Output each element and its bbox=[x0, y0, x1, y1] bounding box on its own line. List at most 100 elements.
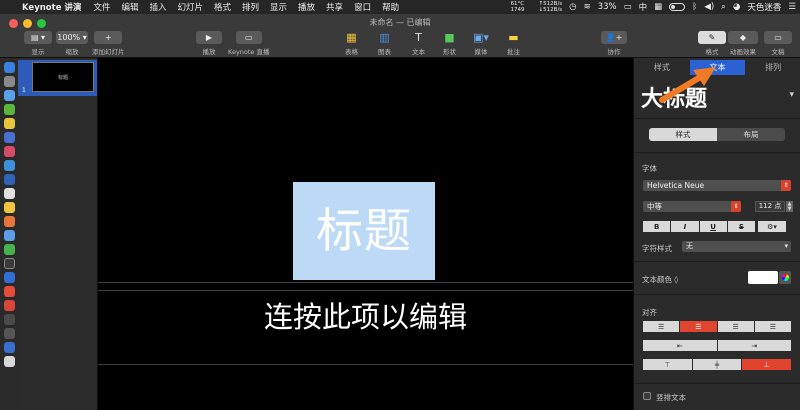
add-slide-button[interactable]: + 添加幻灯片 bbox=[92, 31, 125, 56]
cpu-stats[interactable]: 61°C 1749 bbox=[504, 1, 525, 13]
search-icon[interactable]: ⌕ bbox=[721, 2, 726, 12]
menu-arrange[interactable]: 排列 bbox=[242, 1, 259, 13]
app-icon[interactable] bbox=[3, 328, 15, 339]
bold-button[interactable]: B bbox=[643, 221, 671, 232]
color-wheel-icon[interactable] bbox=[779, 271, 791, 284]
app-icon[interactable] bbox=[3, 132, 15, 143]
collaborate-button[interactable]: 👤+ 协作 bbox=[601, 31, 627, 56]
slide-thumbnail[interactable]: 标题 bbox=[32, 62, 94, 92]
keynote-live-button[interactable]: ▭ Keynote 直播 bbox=[228, 31, 270, 56]
terminal-icon[interactable] bbox=[3, 258, 15, 269]
launchpad-icon[interactable] bbox=[3, 76, 15, 87]
align-top-icon[interactable]: ⊤ bbox=[643, 359, 692, 370]
slide-thumbnail-selected[interactable]: 1 标题 bbox=[18, 60, 97, 96]
align-bottom-icon[interactable]: ⊥ bbox=[742, 359, 792, 370]
align-right-icon[interactable]: ☰ bbox=[717, 321, 754, 332]
underline-button[interactable]: U bbox=[699, 221, 727, 232]
menu-format[interactable]: 格式 bbox=[214, 1, 231, 13]
grid-icon[interactable]: ▦ bbox=[654, 2, 662, 12]
indent-icon[interactable]: ⇥ bbox=[717, 340, 791, 351]
app-icon[interactable] bbox=[3, 314, 15, 325]
animate-button[interactable]: ◆ 动画效果 bbox=[728, 31, 758, 56]
font-weight-chevron-icon[interactable]: ⇕ bbox=[731, 201, 741, 212]
menu-share[interactable]: 共享 bbox=[326, 1, 343, 13]
zoom-button[interactable]: 100% ▾ 缩放 bbox=[56, 31, 88, 56]
menu-slide[interactable]: 幻灯片 bbox=[177, 1, 203, 13]
align-justify-icon[interactable]: ☰ bbox=[754, 321, 791, 332]
font-size-field[interactable]: 112 点 bbox=[755, 201, 785, 212]
wifi-icon[interactable]: ≋ bbox=[584, 2, 591, 12]
italic-button[interactable]: I bbox=[671, 221, 699, 232]
battery-icon[interactable]: ▭ bbox=[624, 2, 632, 12]
shape-button[interactable]: ■ 形状 bbox=[443, 31, 456, 56]
slide-title-textbox[interactable]: 标题 bbox=[293, 182, 435, 280]
slide-canvas[interactable]: 标题 连按此项以编辑 bbox=[98, 58, 633, 410]
app-icon[interactable] bbox=[3, 342, 15, 353]
menu-edit[interactable]: 编辑 bbox=[121, 1, 138, 13]
app-icon[interactable] bbox=[3, 230, 15, 241]
menu-app-name[interactable]: Keynote 讲演 bbox=[22, 1, 81, 13]
input-method[interactable]: 中 bbox=[639, 1, 648, 13]
font-size-stepper[interactable]: ▲ ▼ bbox=[786, 201, 793, 212]
toggle-icon[interactable] bbox=[669, 3, 686, 11]
app-icon[interactable] bbox=[3, 174, 15, 185]
menu-window[interactable]: 窗口 bbox=[354, 1, 371, 13]
app-icon[interactable] bbox=[3, 272, 15, 283]
finder-icon[interactable] bbox=[3, 62, 15, 73]
document-button[interactable]: ▭ 文稿 bbox=[764, 31, 792, 56]
font-weight-select[interactable]: 中等 bbox=[643, 201, 741, 212]
user-icon[interactable]: ◕ bbox=[733, 2, 740, 12]
font-family-select[interactable]: Helvetica Neue bbox=[643, 180, 791, 191]
safari-icon[interactable] bbox=[3, 90, 15, 101]
align-left-icon[interactable]: ☰ bbox=[643, 321, 680, 332]
tab-style[interactable]: 样式 bbox=[634, 60, 690, 75]
align-middle-icon[interactable]: ╪ bbox=[692, 359, 742, 370]
slide-title[interactable]: 标题 bbox=[316, 208, 412, 255]
outdent-icon[interactable]: ⇤ bbox=[643, 340, 717, 351]
font-family-chevron-icon[interactable]: ⇕ bbox=[781, 180, 791, 191]
calendar-icon[interactable] bbox=[3, 188, 15, 199]
tab-text[interactable]: 文本 bbox=[689, 60, 746, 75]
play-button[interactable]: ▶ 播放 bbox=[196, 31, 222, 56]
align-center-icon[interactable]: ☰ bbox=[680, 321, 717, 332]
tab-arrange[interactable]: 排列 bbox=[745, 60, 800, 75]
control-center-icon[interactable]: ☰ bbox=[788, 2, 796, 12]
yandex-icon[interactable] bbox=[3, 356, 15, 367]
volume-icon[interactable]: ◀) bbox=[704, 2, 714, 12]
app-icon[interactable] bbox=[3, 244, 15, 255]
menu-help[interactable]: 帮助 bbox=[382, 1, 399, 13]
user-name[interactable]: 天色迷香 bbox=[747, 1, 781, 13]
advanced-options-button[interactable]: ⚙▾ bbox=[758, 221, 786, 232]
bluetooth-icon[interactable]: ᛒ bbox=[692, 2, 697, 12]
menu-play[interactable]: 播放 bbox=[298, 1, 315, 13]
vivaldi-icon[interactable] bbox=[3, 300, 15, 311]
subtab-style[interactable]: 样式 bbox=[649, 128, 717, 141]
menu-view[interactable]: 显示 bbox=[270, 1, 287, 13]
clock-icon[interactable]: ◷ bbox=[569, 2, 576, 12]
app-icon[interactable] bbox=[3, 146, 15, 157]
menu-insert[interactable]: 插入 bbox=[149, 1, 166, 13]
comment-button[interactable]: ▬ 批注 bbox=[507, 31, 520, 56]
app-icon[interactable] bbox=[3, 216, 15, 227]
app-icon[interactable] bbox=[3, 286, 15, 297]
media-button[interactable]: ▣▾ 媒体 bbox=[473, 31, 489, 56]
subtab-layout[interactable]: 布局 bbox=[717, 128, 785, 141]
menu-file[interactable]: 文件 bbox=[93, 1, 110, 13]
view-button[interactable]: ▤ ▾ 显示 bbox=[24, 31, 52, 56]
slide-subtitle[interactable]: 连按此项以编辑 bbox=[98, 294, 633, 336]
android-icon[interactable] bbox=[3, 104, 15, 115]
char-style-select[interactable]: 无 ▾ bbox=[682, 241, 791, 252]
vertical-text-checkbox[interactable] bbox=[643, 392, 651, 400]
app-icon[interactable] bbox=[3, 160, 15, 171]
net-stats[interactable]: ↑512B/s ↓512B/s bbox=[532, 1, 563, 13]
battery-percent[interactable]: 33% bbox=[598, 2, 617, 12]
table-button[interactable]: ▦ 表格 bbox=[345, 31, 358, 56]
format-button[interactable]: ✎ 格式 bbox=[698, 31, 726, 56]
text-button[interactable]: T 文本 bbox=[412, 31, 425, 56]
chrome-icon[interactable] bbox=[3, 118, 15, 129]
text-color-well[interactable] bbox=[748, 271, 778, 284]
strikethrough-button[interactable]: S bbox=[727, 221, 755, 232]
paragraph-style-selector[interactable]: 大标题 ▾ bbox=[641, 82, 796, 112]
notes-icon[interactable] bbox=[3, 202, 15, 213]
chart-button[interactable]: ▥ 图表 bbox=[378, 31, 391, 56]
